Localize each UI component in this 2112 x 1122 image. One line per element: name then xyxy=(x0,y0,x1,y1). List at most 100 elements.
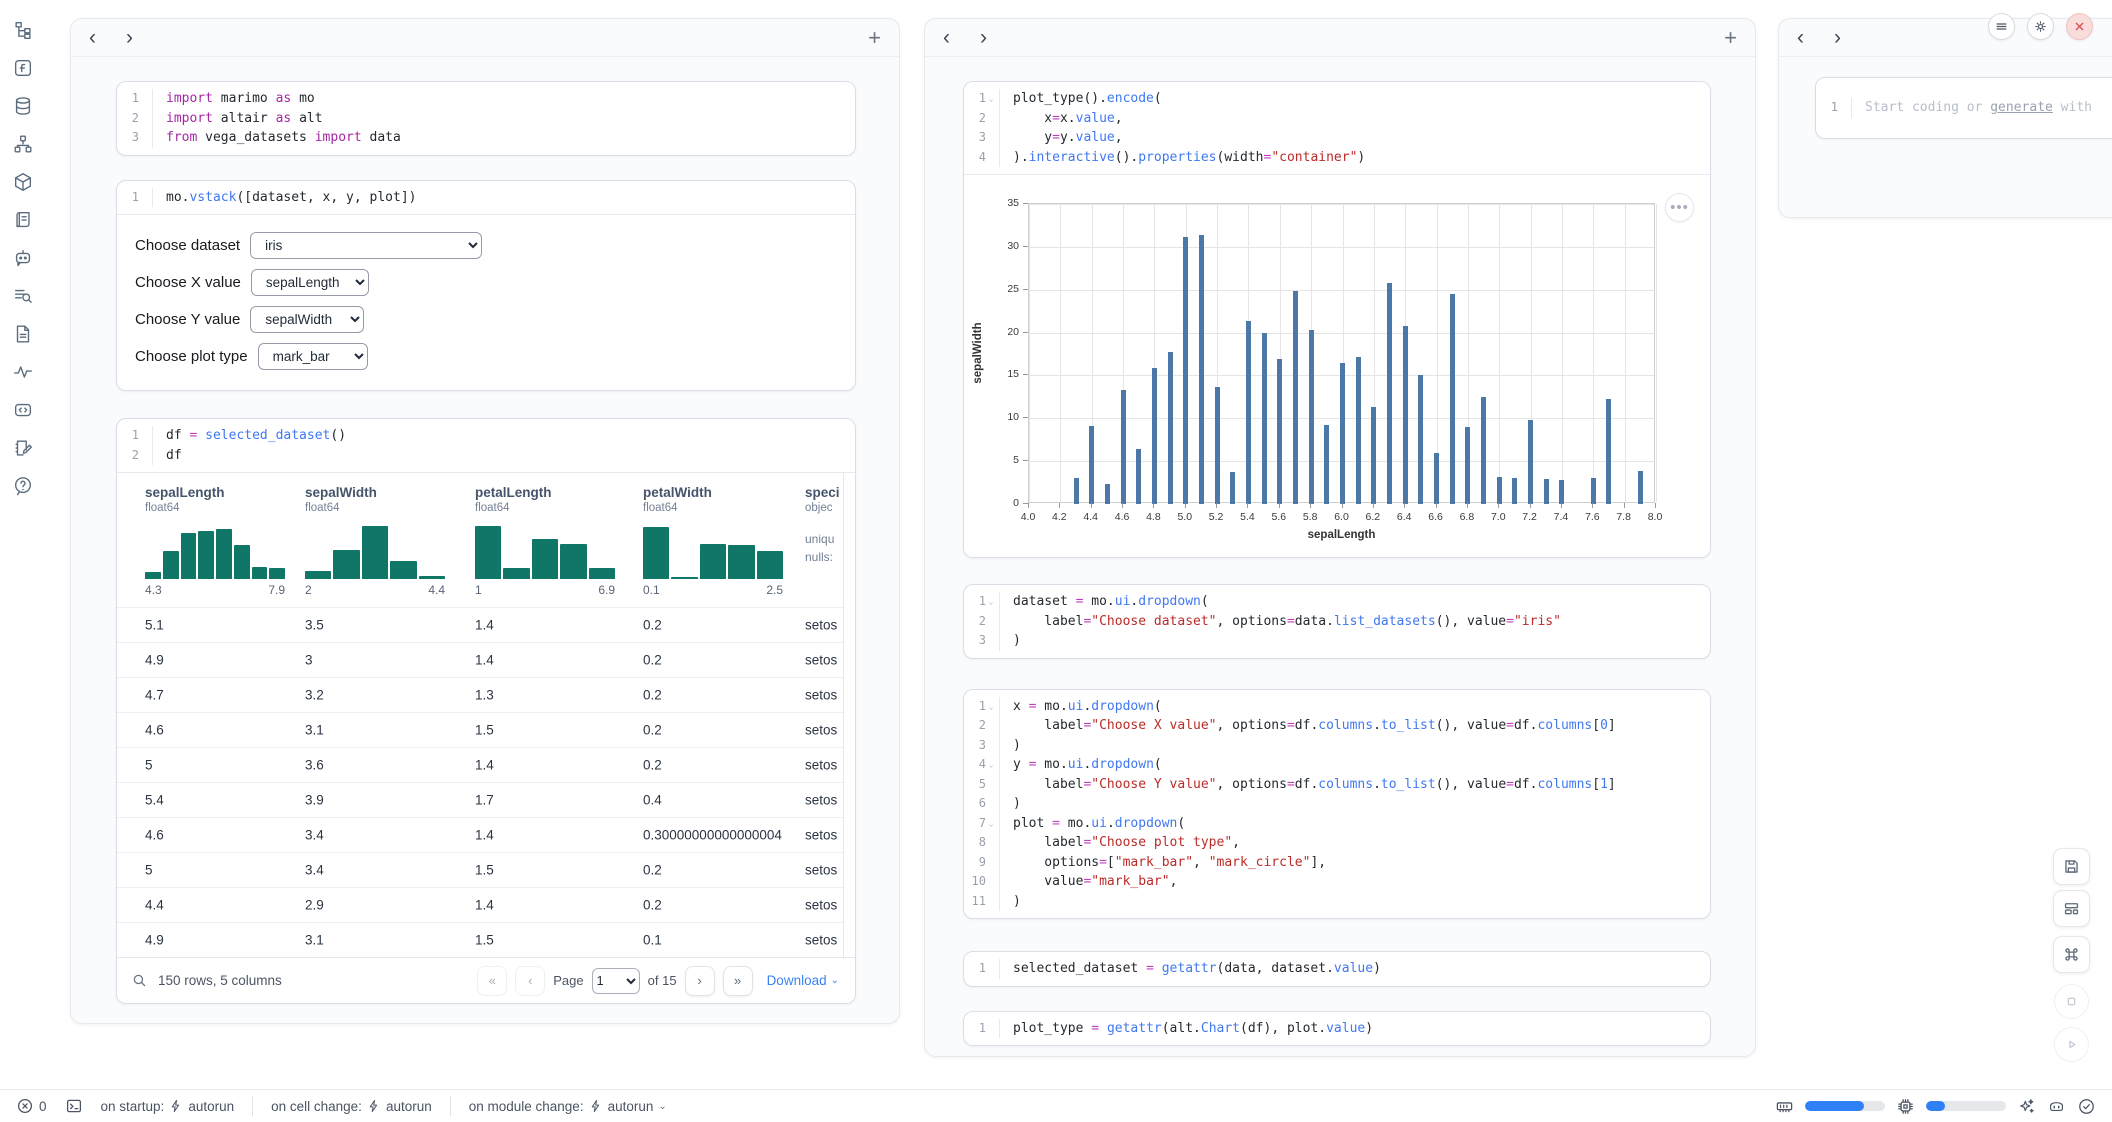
chart-bar[interactable] xyxy=(1606,399,1611,504)
code-line[interactable]: 2 x=x.value, xyxy=(964,109,1710,129)
code-editor[interactable]: 1df = selected_dataset()2df xyxy=(117,419,855,472)
last-page-button[interactable]: » xyxy=(723,966,753,996)
code-line[interactable]: 10 value="mark_bar", xyxy=(964,872,1710,892)
code-line[interactable]: 2 label="Choose X value", options=df.col… xyxy=(964,716,1710,736)
cell-vstack[interactable]: 1mo.vstack([dataset, x, y, plot]) Choose… xyxy=(116,180,856,392)
chart-bar[interactable] xyxy=(1262,333,1267,504)
chart-bar[interactable] xyxy=(1168,352,1173,504)
table-row[interactable]: 5.43.91.70.4setos xyxy=(117,782,843,817)
table-row[interactable]: 4.63.11.50.2setos xyxy=(117,712,843,747)
packages-icon[interactable] xyxy=(11,170,35,194)
copilot-icon[interactable] xyxy=(2047,1097,2066,1116)
code-editor[interactable]: 1import marimo as mo2import altair as al… xyxy=(117,82,855,155)
chart-bar[interactable] xyxy=(1199,235,1204,504)
stop-button[interactable] xyxy=(2054,984,2089,1019)
chart-bar[interactable] xyxy=(1152,368,1157,504)
chart-bar[interactable] xyxy=(1638,471,1643,504)
chevron-left-icon[interactable]: ‹ xyxy=(89,27,96,48)
code-line[interactable]: 9 options=["mark_bar", "mark_circle"], xyxy=(964,853,1710,873)
chart-bar[interactable] xyxy=(1418,375,1423,504)
chart-bar[interactable] xyxy=(1481,397,1486,504)
save-button[interactable] xyxy=(2053,848,2090,885)
outline-icon[interactable] xyxy=(11,322,35,346)
ai-sparkles-icon[interactable] xyxy=(2017,1097,2036,1116)
chart-bar[interactable] xyxy=(1356,357,1361,504)
run-button[interactable] xyxy=(2054,1027,2089,1062)
next-page-button[interactable]: › xyxy=(685,966,715,996)
chart-bar[interactable] xyxy=(1215,387,1220,504)
close-panel-button[interactable] xyxy=(2066,13,2093,40)
column-histogram[interactable] xyxy=(145,523,285,579)
table-row[interactable]: 4.93.11.50.1setos xyxy=(117,922,843,957)
code-editor[interactable]: 1selected_dataset = getattr(data, datase… xyxy=(964,952,1710,986)
cpu-usage-meter[interactable] xyxy=(1926,1101,2006,1111)
ai-chat-icon[interactable] xyxy=(11,246,35,270)
code-line[interactable]: 5 label="Choose Y value", options=df.col… xyxy=(964,775,1710,795)
chart-bar[interactable] xyxy=(1450,294,1455,504)
plot-area[interactable] xyxy=(1028,203,1655,503)
file-explorer-icon[interactable] xyxy=(11,18,35,42)
chart-bar[interactable] xyxy=(1403,326,1408,504)
code-editor[interactable]: 1mo.vstack([dataset, x, y, plot]) xyxy=(117,181,855,215)
cell-imports[interactable]: 1import marimo as mo2import altair as al… xyxy=(116,81,856,156)
fold-chevron-icon[interactable]: ⌄ xyxy=(986,814,996,834)
chart-bar[interactable] xyxy=(1277,359,1282,504)
fold-chevron-icon[interactable]: ⌄ xyxy=(986,697,996,717)
chart-bar[interactable] xyxy=(1512,478,1517,504)
chart-bar[interactable] xyxy=(1544,479,1549,504)
chart-bar[interactable] xyxy=(1528,420,1533,504)
settings-button[interactable] xyxy=(2027,13,2054,40)
keyboard-shortcuts-button[interactable] xyxy=(2053,936,2090,973)
table-row[interactable]: 4.42.91.40.2setos xyxy=(117,887,843,922)
menu-button[interactable] xyxy=(1988,13,2015,40)
prev-page-button[interactable]: ‹ xyxy=(515,966,545,996)
column-header-speci[interactable]: speciobjecuniqunulls: xyxy=(805,485,840,566)
chart-bar[interactable] xyxy=(1340,363,1345,504)
chart-bar[interactable] xyxy=(1230,472,1235,504)
code-line[interactable]: 6) xyxy=(964,794,1710,814)
add-cell-button[interactable]: + xyxy=(1724,27,1737,49)
table-row[interactable]: 5.13.51.40.2setos xyxy=(117,607,843,642)
chart-bar[interactable] xyxy=(1136,449,1141,504)
chart-bar[interactable] xyxy=(1465,427,1470,504)
column-histogram[interactable] xyxy=(475,523,615,579)
chart-bar[interactable] xyxy=(1387,283,1392,504)
cell-dataframe[interactable]: 1df = selected_dataset()2df sepalLengthf… xyxy=(116,418,856,1004)
fold-chevron-icon[interactable]: ⌄ xyxy=(986,755,996,775)
table-row[interactable]: 4.63.41.40.30000000000000004setos xyxy=(117,817,843,852)
code-line[interactable]: 3) xyxy=(964,631,1710,651)
cell-xy-plot-dropdowns[interactable]: 1⌄x = mo.ui.dropdown(2 label="Choose X v… xyxy=(963,689,1711,920)
code-line[interactable]: 2df xyxy=(117,446,855,466)
tracing-icon[interactable] xyxy=(11,360,35,384)
code-editor[interactable]: 1⌄plot_type().encode(2 x=x.value,3 y=y.v… xyxy=(964,82,1710,174)
cell-selected-dataset[interactable]: 1selected_dataset = getattr(data, datase… xyxy=(963,951,1711,987)
dependency-graph-icon[interactable] xyxy=(11,132,35,156)
code-line[interactable]: 8 label="Choose plot type", xyxy=(964,833,1710,853)
fold-chevron-icon[interactable]: ⌄ xyxy=(986,89,996,109)
chart-bar[interactable] xyxy=(1591,478,1596,504)
code-line[interactable]: 7⌄plot = mo.ui.dropdown( xyxy=(964,814,1710,834)
column-header-petalLength[interactable]: petalLengthfloat6416.9 xyxy=(475,485,615,597)
error-indicator[interactable]: 0 xyxy=(16,1097,47,1115)
cell-empty[interactable]: 1Start coding or generate with xyxy=(1815,77,2112,139)
code-editor[interactable]: 1⌄dataset = mo.ui.dropdown(2 label="Choo… xyxy=(964,585,1710,658)
code-line[interactable]: 1mo.vstack([dataset, x, y, plot]) xyxy=(117,188,855,208)
add-cell-button[interactable]: + xyxy=(868,27,881,49)
code-line[interactable]: 1⌄dataset = mo.ui.dropdown( xyxy=(964,592,1710,612)
code-line[interactable]: 1Start coding or generate with xyxy=(1816,98,2112,118)
chart-bar[interactable] xyxy=(1371,407,1376,504)
logs-icon[interactable] xyxy=(11,284,35,308)
chart-bar[interactable] xyxy=(1497,477,1502,504)
code-line[interactable]: 4⌄y = mo.ui.dropdown( xyxy=(964,755,1710,775)
chart-bar[interactable] xyxy=(1309,330,1314,504)
column-histogram[interactable] xyxy=(305,523,445,579)
code-line[interactable]: 4).interactive().properties(width="conta… xyxy=(964,148,1710,168)
on-startup-setting[interactable]: on startup: autorun xyxy=(101,1099,235,1114)
page-select[interactable]: 1 xyxy=(592,968,640,994)
code-editor[interactable]: 1plot_type = getattr(alt.Chart(df), plot… xyxy=(964,1012,1710,1046)
chevron-left-icon[interactable]: ‹ xyxy=(943,27,950,48)
code-line[interactable]: 11) xyxy=(964,892,1710,912)
snippets-icon[interactable] xyxy=(11,398,35,422)
layout-button[interactable] xyxy=(2053,890,2090,927)
code-line[interactable]: 3) xyxy=(964,736,1710,756)
